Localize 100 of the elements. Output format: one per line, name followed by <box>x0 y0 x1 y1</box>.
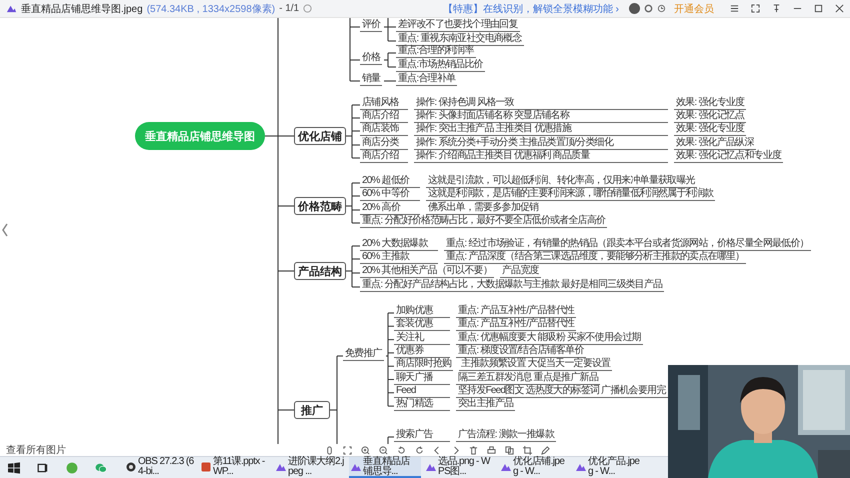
node-label: 商店限时抢购 <box>394 358 454 372</box>
record-icon <box>126 462 136 472</box>
crop-icon[interactable] <box>523 446 532 454</box>
node-label: 商店介绍 <box>360 150 408 163</box>
node-label: 热门精选 <box>394 398 450 412</box>
node-label: 60% 中等价 <box>360 188 420 201</box>
mountain-image-icon <box>426 462 436 472</box>
node-label: 操作: 突出主推产品 主推类目 优惠措施 <box>414 123 668 136</box>
node-label: 操作: 介绍商品主推类目 优惠福利 商品质量 <box>414 150 668 163</box>
taskbar-item[interactable]: 优化产品.jpeg - W... <box>574 457 646 478</box>
node-label: 主推款频繁设置 大促当天一定要设置 <box>459 358 612 372</box>
node-label: 重点: 分配好价格范畴占比，最好不要全店低价或者全店高价 <box>360 215 608 228</box>
node-label: 重点:合理补单 <box>396 73 458 86</box>
node-label: 突出主推产品 <box>456 398 516 412</box>
node-label: 重点: 重视东南亚社交电商概念 <box>396 33 524 46</box>
viewer-app-icon <box>6 3 17 14</box>
taskbar-item[interactable]: 选品.png - WPS图... <box>424 457 496 478</box>
node-label: 重点: 分配好产品结构占比，大数据爆款与主推款 最好是相同三级类目产品 <box>360 279 664 292</box>
mountain-image-icon <box>501 462 511 472</box>
node-label: 重点:合理的利润率 <box>396 45 476 58</box>
clock-icon[interactable] <box>657 4 666 13</box>
pin-icon[interactable] <box>772 4 781 13</box>
file-info: (574.34KB , 1334x2598像素) <box>146 2 276 16</box>
node-label: 20% 超低价 <box>360 175 420 188</box>
menu-icon[interactable] <box>730 4 739 13</box>
node-label: 效果: 强化产品纵深 <box>674 137 756 150</box>
node-label: 重点: 产品互补性/产品替代性 <box>456 305 576 318</box>
all-images-link[interactable]: 查看所有图片 <box>6 443 66 457</box>
mountain-image-icon <box>576 462 586 472</box>
node-label: 重点: 经过市场验证，有销量的热销品（跟卖本平台或者货源网站，价格尽量全网最低价） <box>444 238 811 251</box>
node-label: 店铺风格 <box>360 97 408 110</box>
delete-icon[interactable] <box>469 446 478 454</box>
branch-node: 产品结构 <box>294 262 346 280</box>
node-label: 20% 其他相关产品（可以不要） <box>360 265 494 278</box>
node-label: 评价 <box>360 19 382 32</box>
node-label: 佛系出单，需要多参加促销 <box>426 202 540 215</box>
rotate-right-icon[interactable] <box>415 446 424 454</box>
fullscreen-icon[interactable] <box>751 4 760 13</box>
node-label: 价格 <box>360 52 382 65</box>
promo-link[interactable]: 【特惠】在线识别，解锁全景模糊功能 › <box>442 2 619 16</box>
task-view-icon[interactable] <box>37 462 49 474</box>
node-label: 操作: 头像封面店铺名称 突显店铺名称 <box>414 110 668 123</box>
node-label: 隔三差五群发消息 重点是推广新品 <box>456 372 600 384</box>
chat-app-icon[interactable] <box>95 462 107 474</box>
node-label: 重点:市场热销品比价 <box>396 59 485 72</box>
node-label: 效果: 强化专业度 <box>674 123 746 136</box>
node-label: 商店分类 <box>360 137 408 150</box>
node-label: 20% 大数据爆款 <box>360 238 438 251</box>
slides-icon <box>201 462 211 472</box>
node-label: 重点: 优惠幅度要大 能吸粉 买家不使用会过期 <box>456 332 643 345</box>
node-label: 效果: 强化记忆点 <box>674 110 746 123</box>
fit-icon[interactable] <box>343 446 352 454</box>
previous-image-icon[interactable] <box>1 222 9 238</box>
node-label: 操作: 保持色调 风格一致 <box>414 97 668 110</box>
node-label: 商店介绍 <box>360 110 408 123</box>
zoom-in-icon[interactable] <box>361 446 370 454</box>
taskbar-item[interactable]: 进阶课大纲2.jpeg ... <box>274 457 346 478</box>
avatar-icon[interactable] <box>629 3 640 14</box>
page-counter: - 1/1 <box>279 3 300 14</box>
node-label: 60% 主推款 <box>360 251 438 264</box>
node-label: 差评改不了也要找个理由回复 <box>396 19 520 32</box>
windows-start-icon[interactable] <box>8 462 20 474</box>
node-label: Feed <box>394 384 450 398</box>
node-label: 效果: 强化专业度 <box>674 97 746 110</box>
node-label: 聊天广播 <box>394 372 450 384</box>
node-label: 重点: 产品深度（结合第三课选品维度，要能够分析主推款的卖点在哪里） <box>444 251 746 264</box>
mountain-image-icon <box>351 462 361 472</box>
node-label: 这就是引流款，可以超低利润、转化率高，仅用来冲单量获取曝光 <box>426 175 697 188</box>
node-label: 广告流程: 测款一推爆款 <box>456 429 556 442</box>
zoom-out-icon[interactable] <box>379 446 388 454</box>
node-label: 效果: 强化记忆点和专业度 <box>674 150 784 163</box>
node-label: 免费推广 <box>343 348 384 361</box>
node-label: 重点: 产品互补性/产品替代性 <box>456 318 576 332</box>
node-label: 重点: 梯度设置/结合店铺客单价 <box>456 344 586 358</box>
node-label: 产品宽度 <box>500 265 541 278</box>
edit-icon[interactable] <box>541 446 550 454</box>
node-label: 20% 高价 <box>360 202 420 215</box>
node-label: 关注礼 <box>394 332 450 345</box>
taskbar-item[interactable]: 第11课.pptx - WP... <box>199 457 271 478</box>
rotate-left-icon[interactable] <box>397 446 406 454</box>
node-label: 优惠券 <box>394 344 450 358</box>
maximize-icon[interactable] <box>814 4 823 13</box>
branch-node: 优化店铺 <box>294 127 346 145</box>
print-icon[interactable] <box>487 446 496 454</box>
close-icon[interactable] <box>835 4 844 13</box>
root-node: 垂直精品店铺思维导图 <box>135 122 265 150</box>
taskbar-item[interactable]: 优化店铺.jpeg - W... <box>499 457 571 478</box>
mountain-image-icon <box>276 462 286 472</box>
node-label: 搜索广告 <box>394 429 450 442</box>
node-label: 这就是利润款，是店铺的主要利润来源，哪怕销量低利润然属于利润款 <box>426 188 716 201</box>
node-label: 销量 <box>360 73 382 86</box>
node-label: 套装优惠 <box>394 318 450 332</box>
branch-node: 价格范畴 <box>294 197 346 215</box>
node-label: 加购优惠 <box>394 305 450 318</box>
taskbar-item[interactable]: 垂直精品店铺思导... <box>349 457 421 478</box>
branch-node: 推广 <box>294 401 330 419</box>
file-name: 垂直精品店铺思维导图.jpeg <box>21 2 143 16</box>
node-label: 坚持发Feed图文 选热度大的标签词 广播机会要用完 <box>456 384 668 398</box>
copy-icon[interactable] <box>505 446 514 454</box>
taskbar-item[interactable]: OBS 27.2.3 (64-bi... <box>124 457 196 478</box>
